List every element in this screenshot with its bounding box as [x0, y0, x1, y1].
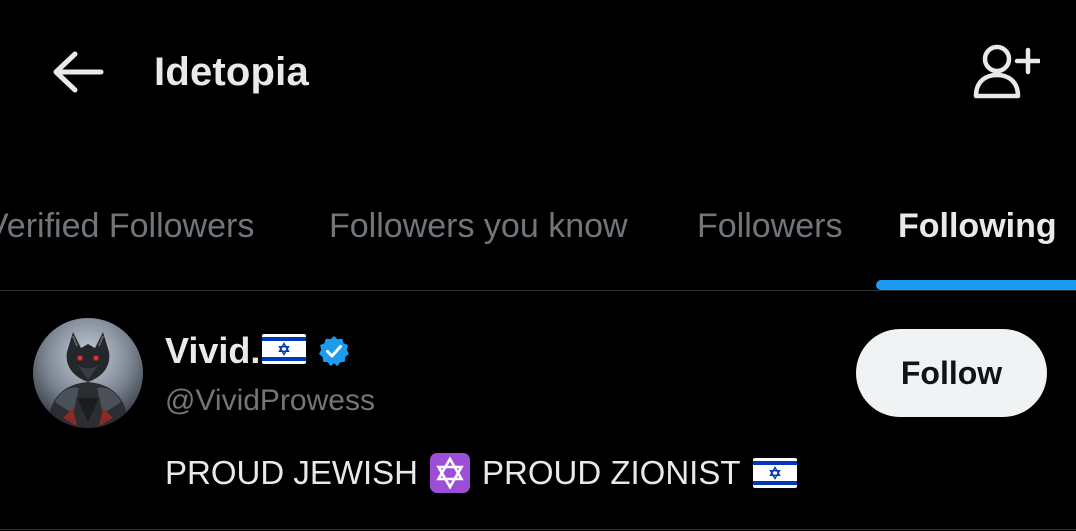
follow-button[interactable]: Follow: [856, 329, 1047, 417]
avatar-image: [33, 318, 143, 428]
user-handle[interactable]: @VividProwess: [165, 382, 375, 420]
bio-text-1: PROUD JEWISH: [165, 454, 419, 491]
active-tab-indicator: [876, 280, 1076, 290]
add-user-button[interactable]: [966, 38, 1044, 104]
bio-text-2: PROUD ZIONIST: [482, 454, 741, 491]
tab-verified-followers[interactable]: Verified Followers: [0, 204, 254, 248]
star-of-david-icon: [430, 453, 471, 493]
top-app-bar: Idetopia: [0, 0, 1076, 150]
page-title: Idetopia: [154, 50, 309, 94]
tab-following[interactable]: Following: [898, 204, 1057, 248]
arrow-left-icon: [53, 51, 104, 93]
israel-flag-icon: [752, 458, 797, 488]
user-list-item[interactable]: Vivid. @VividProwess PROUD JEWISH PROUD …: [0, 291, 1076, 531]
display-name-row[interactable]: Vivid.: [165, 329, 350, 373]
display-name: Vivid.: [165, 330, 261, 371]
verified-badge-icon: [318, 335, 350, 367]
avatar[interactable]: [33, 318, 143, 428]
tab-followers-you-know[interactable]: Followers you know: [329, 204, 628, 248]
tab-bar: Verified Followers Followers you know Fo…: [0, 190, 1076, 291]
row-divider: [0, 529, 1076, 530]
tab-followers[interactable]: Followers: [697, 204, 842, 248]
user-bio: PROUD JEWISH PROUD ZIONIST: [165, 451, 809, 495]
israel-flag-icon: [262, 333, 307, 369]
following-screen: Idetopia Verified Followers Followers yo…: [0, 0, 1076, 531]
person-add-icon: [973, 44, 1040, 99]
back-button[interactable]: [48, 44, 108, 100]
